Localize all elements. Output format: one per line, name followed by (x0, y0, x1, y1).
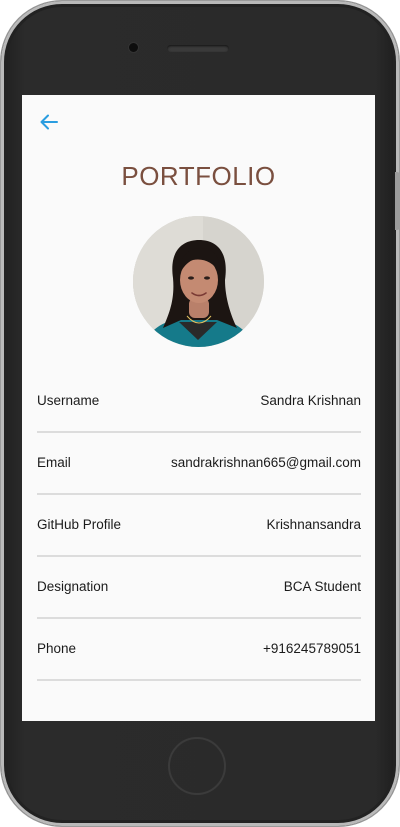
front-camera (129, 43, 138, 52)
side-volume-button[interactable] (395, 172, 400, 230)
username-label: Username (37, 393, 100, 408)
info-row-designation: Designation BCA Student (37, 557, 361, 619)
home-button[interactable] (168, 737, 226, 795)
designation-value: BCA Student (283, 579, 361, 594)
phone-label: Phone (37, 641, 77, 656)
github-value: Krishnansandra (266, 517, 361, 532)
earpiece-speaker (167, 45, 229, 52)
info-row-phone: Phone +916245789051 (37, 619, 361, 681)
info-row-username: Username Sandra Krishnan (37, 371, 361, 433)
info-row-email: Email sandrakrishnan665@gmail.com (37, 433, 361, 495)
info-row-github: GitHub Profile Krishnansandra (37, 495, 361, 557)
username-value: Sandra Krishnan (260, 393, 361, 408)
profile-avatar (133, 216, 264, 347)
page-title: PORTFOLIO (121, 161, 276, 191)
phone-frame: PORTFOLIO Username Sandra Krishnan Email… (0, 0, 400, 827)
email-value: sandrakrishnan665@gmail.com (170, 455, 361, 470)
email-label: Email (37, 455, 71, 470)
back-button[interactable] (36, 109, 62, 135)
phone-value: +916245789051 (263, 641, 361, 656)
arrow-left-icon (40, 114, 58, 130)
designation-label: Designation (37, 579, 109, 594)
app-screen: PORTFOLIO Username Sandra Krishnan Email… (22, 95, 375, 721)
github-label: GitHub Profile (37, 517, 122, 532)
profile-info-list: Username Sandra Krishnan Email sandrakri… (37, 371, 361, 681)
